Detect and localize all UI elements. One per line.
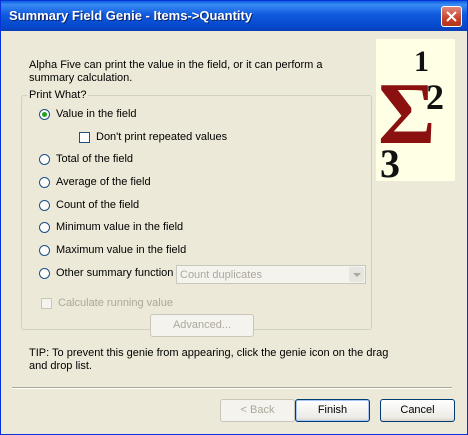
logo-digit-1: 1 xyxy=(414,45,429,78)
logo-digit-2: 2 xyxy=(426,77,444,117)
print-what-legend: Print What? xyxy=(29,89,87,101)
summary-field-genie-dialog: Summary Field Genie - Items->Quantity Al… xyxy=(0,0,468,435)
radio-button-selected[interactable] xyxy=(39,109,50,120)
radio-label: Total of the field xyxy=(56,153,134,165)
radio-label: Average of the field xyxy=(56,176,151,188)
window-title: Summary Field Genie - Items->Quantity xyxy=(9,8,253,23)
close-icon xyxy=(446,11,457,22)
summary-function-value: Count duplicates xyxy=(180,269,262,281)
finish-button[interactable]: Finish xyxy=(295,399,370,422)
radio-label: Count of the field xyxy=(56,199,140,211)
checkbox-disabled[interactable] xyxy=(41,298,52,309)
radio-button[interactable] xyxy=(39,154,50,165)
checkbox-label: Don't print repeated values xyxy=(96,131,228,143)
advanced-button[interactable]: Advanced... xyxy=(150,314,254,337)
back-button[interactable]: < Back xyxy=(220,399,295,422)
radio-button[interactable] xyxy=(39,245,50,256)
tip-text: TIP: To prevent this genie from appearin… xyxy=(29,347,389,372)
radio-label: Other summary function xyxy=(56,267,174,279)
logo-digit-3: 3 xyxy=(380,141,400,181)
dialog-body: Alpha Five can print the value in the fi… xyxy=(4,31,464,431)
radio-button[interactable] xyxy=(39,177,50,188)
title-bar[interactable]: Summary Field Genie - Items->Quantity xyxy=(1,1,467,31)
summary-function-select[interactable]: Count duplicates xyxy=(176,265,366,284)
checkbox[interactable] xyxy=(79,132,90,143)
radio-label: Minimum value in the field xyxy=(56,221,184,233)
radio-label: Maximum value in the field xyxy=(56,244,187,256)
checkbox-label: Calculate running value xyxy=(58,297,173,309)
radio-label: Value in the field xyxy=(56,108,137,120)
close-button[interactable] xyxy=(441,6,462,27)
cancel-button[interactable]: Cancel xyxy=(380,399,455,422)
chevron-down-icon[interactable] xyxy=(349,267,364,282)
print-what-group: Print What? Value in the field Don't pri… xyxy=(21,89,372,330)
radio-button[interactable] xyxy=(39,268,50,279)
divider xyxy=(12,387,452,389)
radio-button[interactable] xyxy=(39,200,50,211)
description-text: Alpha Five can print the value in the fi… xyxy=(29,59,323,84)
genie-logo: Σ 1 2 3 xyxy=(376,39,455,181)
radio-button[interactable] xyxy=(39,222,50,233)
